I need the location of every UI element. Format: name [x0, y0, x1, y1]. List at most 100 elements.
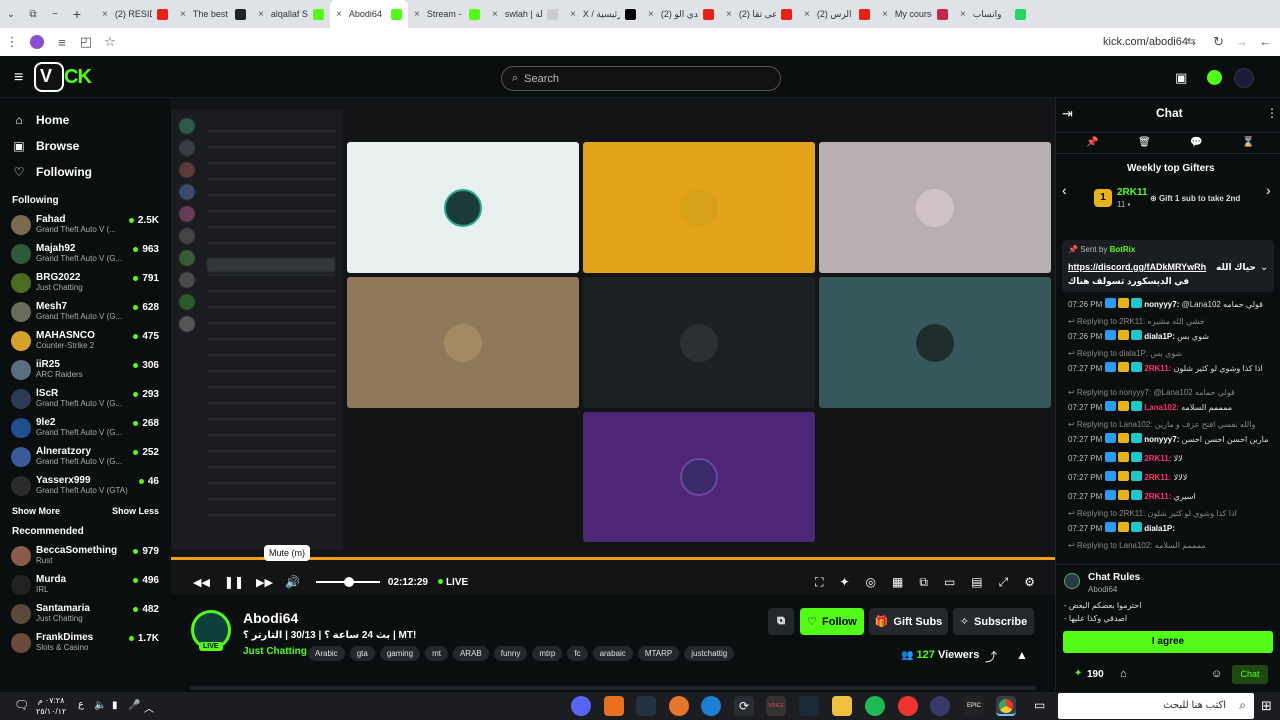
chat-message[interactable]: 07:27 PM Lana102: ممممم السلامه [1068, 401, 1274, 413]
settings-gear-icon[interactable]: ⚙ [1024, 575, 1035, 589]
browser-tab[interactable]: × (2) RESIDENC [96, 0, 174, 28]
stream-tag[interactable]: Arabic [308, 646, 345, 661]
file-explorer-icon[interactable] [832, 696, 852, 716]
clip-icon[interactable]: ⛶ [815, 575, 823, 590]
pin-icon[interactable]: 📌 [1086, 137, 1098, 148]
site-settings-icon[interactable]: ⇆ [1187, 35, 1196, 48]
speaker-icon[interactable]: 🔈 [94, 700, 106, 711]
notification-icon[interactable]: 🗨 [14, 698, 29, 712]
message-username[interactable]: 2RK11: [1144, 454, 1171, 463]
browser-tab[interactable]: × alqallaf Stre [252, 0, 330, 28]
close-tab-icon[interactable]: × [492, 9, 498, 20]
video-player[interactable]: ◀◀ ❚❚ ▶▶ 🔊 02:12:29 LIVE ⛶ ✦ ◎ ▦ ⧉ ▭ ▤ ⤢… [171, 98, 1055, 594]
show-more-button[interactable]: Show More [12, 506, 60, 516]
chat-message[interactable]: 07:27 PM 2RK11: لالا [1068, 452, 1274, 464]
hourglass-icon[interactable]: ⌛ [1242, 137, 1254, 148]
edge-app-icon[interactable] [701, 696, 721, 716]
message-username[interactable]: Lana102: [1144, 403, 1179, 412]
stream-tag[interactable]: funny [493, 646, 528, 661]
stream-tag[interactable]: fc [567, 646, 588, 661]
chat-bubble-icon[interactable]: 💬 [1190, 137, 1202, 148]
hamburger-menu-icon[interactable]: ≡ [14, 69, 23, 87]
channel-name[interactable]: Abodi64 [243, 610, 298, 626]
bookmark-star-icon[interactable]: ☆ [98, 34, 122, 50]
gift-subs-button[interactable]: 🎁 Gift Subs [869, 608, 948, 635]
aimp-app-icon[interactable] [604, 696, 624, 716]
back-icon[interactable]: ← [1259, 34, 1272, 49]
obs-app-icon[interactable] [930, 696, 950, 716]
gifters-prev-icon[interactable]: ‹ [1062, 182, 1067, 198]
show-less-button[interactable]: Show Less [112, 506, 159, 516]
message-username[interactable]: diala1P: [1144, 524, 1175, 533]
clip-button[interactable]: ⧉ [768, 608, 794, 635]
close-tab-icon[interactable]: × [804, 9, 810, 20]
menu-dots-icon[interactable]: ⋮ [0, 34, 24, 50]
volume-knob[interactable] [343, 577, 354, 587]
boost-icon[interactable]: ✦ [839, 575, 849, 589]
trash-icon[interactable]: 🗑 [1138, 137, 1151, 148]
follow-button[interactable]: ♡ Follow [800, 608, 864, 635]
task-view-icon[interactable]: ▭ [1034, 698, 1045, 712]
extensions-icon[interactable]: ◰ [74, 34, 98, 50]
browser-tab[interactable]: × swlah | جولة [486, 0, 564, 28]
stream-tag[interactable]: gta [349, 646, 375, 661]
stream-manager-icon[interactable]: ▣ [1175, 70, 1187, 86]
stream-tag[interactable]: arabaic [592, 646, 633, 661]
stream-category[interactable]: Just Chatting [243, 646, 307, 657]
close-tab-icon[interactable]: × [960, 9, 966, 20]
chat-message[interactable]: 07:26 PM diala1P: شوي بس [1068, 330, 1274, 342]
message-username[interactable]: nonyyy7: [1144, 435, 1179, 444]
spotify-app-icon[interactable] [865, 696, 885, 716]
fast-forward-icon[interactable]: ▶▶ [256, 576, 273, 589]
browser-tab[interactable]: × (2) تحدي الو [642, 0, 720, 28]
browser-tab[interactable]: × Stream - Kic [408, 0, 486, 28]
pinned-message[interactable]: 📌 Sent by BotRix https://discord.gg/fADk… [1062, 240, 1274, 292]
close-tab-icon[interactable]: × [882, 9, 888, 20]
close-tab-icon[interactable]: × [414, 9, 420, 20]
sidebar-channel[interactable]: 9le2 Grand Theft Auto V (G... 268 [0, 413, 170, 442]
kick-points-icon[interactable] [1207, 70, 1222, 85]
microphone-icon[interactable]: 🎤 [128, 700, 140, 711]
gifters-next-icon[interactable]: › [1266, 182, 1271, 198]
search-input[interactable]: ⌕ Search [501, 66, 781, 91]
stream-tag[interactable]: mtrp [532, 646, 563, 661]
subscribe-button[interactable]: ✧ Subscribe [953, 608, 1034, 635]
sidebar-channel[interactable]: Fahad Grand Theft Auto V (... 2.5K [0, 210, 170, 239]
reload-icon[interactable]: ↻ [1213, 34, 1224, 50]
chat-menu-icon[interactable]: ⋮ [1266, 106, 1278, 120]
sidebar-channel[interactable]: Murda IRL 496 [0, 570, 170, 599]
sidebar-channel[interactable]: Yasserx999 Grand Theft Auto V (GTA) 46 [0, 471, 170, 500]
chat-message[interactable]: 07:27 PM 2RK11: اذا كذا وشوي لو كثير شلون [1068, 362, 1274, 374]
share-icon[interactable]: ⤴ [985, 648, 997, 665]
voicemeeter-app-icon[interactable]: VOICE [766, 696, 786, 716]
terminal-app-icon[interactable] [636, 696, 656, 716]
chat-send-button[interactable]: Chat [1232, 665, 1268, 684]
report-icon[interactable]: ▲ [1016, 648, 1028, 662]
steam-app-icon[interactable] [799, 696, 819, 716]
new-tab-button[interactable]: + [66, 6, 88, 22]
chat-message[interactable]: 07:27 PM 2RK11: لالالا [1068, 471, 1274, 483]
epic-app-icon[interactable]: EPIC [964, 696, 984, 716]
live-indicator[interactable]: LIVE [437, 577, 468, 588]
close-tab-icon[interactable]: × [648, 9, 654, 20]
sidebar-channel[interactable]: iiR25 ARC Raiders 306 [0, 355, 170, 384]
pip-icon[interactable]: ⧉ [919, 575, 928, 590]
browser-tab[interactable]: × واتساب [954, 0, 1032, 28]
browser-tab[interactable]: × X / الرئيسية [564, 0, 642, 28]
firefox-app-icon[interactable] [669, 696, 689, 716]
profile-avatar[interactable] [30, 35, 44, 49]
browser-tab[interactable]: × (2) قال الرس [798, 0, 876, 28]
nav-item-home[interactable]: ⌂ Home [0, 107, 170, 133]
channel-points[interactable]: 190 [1087, 669, 1104, 680]
sidebar-channel[interactable]: Alneratzory Grand Theft Auto V (G... 252 [0, 442, 170, 471]
pause-icon[interactable]: ❚❚ [224, 575, 244, 589]
browser-tab[interactable]: × My courses [876, 0, 954, 28]
stream-tag[interactable]: MTARP [637, 646, 680, 661]
chat-message[interactable]: 07:27 PM 2RK11: اسيري [1068, 490, 1274, 502]
tray-chevron-icon[interactable]: ︿ [144, 700, 154, 715]
sidebar-channel[interactable]: Mesh7 Grand Theft Auto V (G... 628 [0, 297, 170, 326]
volume-slider[interactable] [315, 577, 380, 587]
chat-message[interactable]: 07:27 PM diala1P: [1068, 522, 1274, 534]
fullscreen-icon[interactable]: ⤢ [999, 575, 1009, 590]
stream-tag[interactable]: gaming [379, 646, 421, 661]
